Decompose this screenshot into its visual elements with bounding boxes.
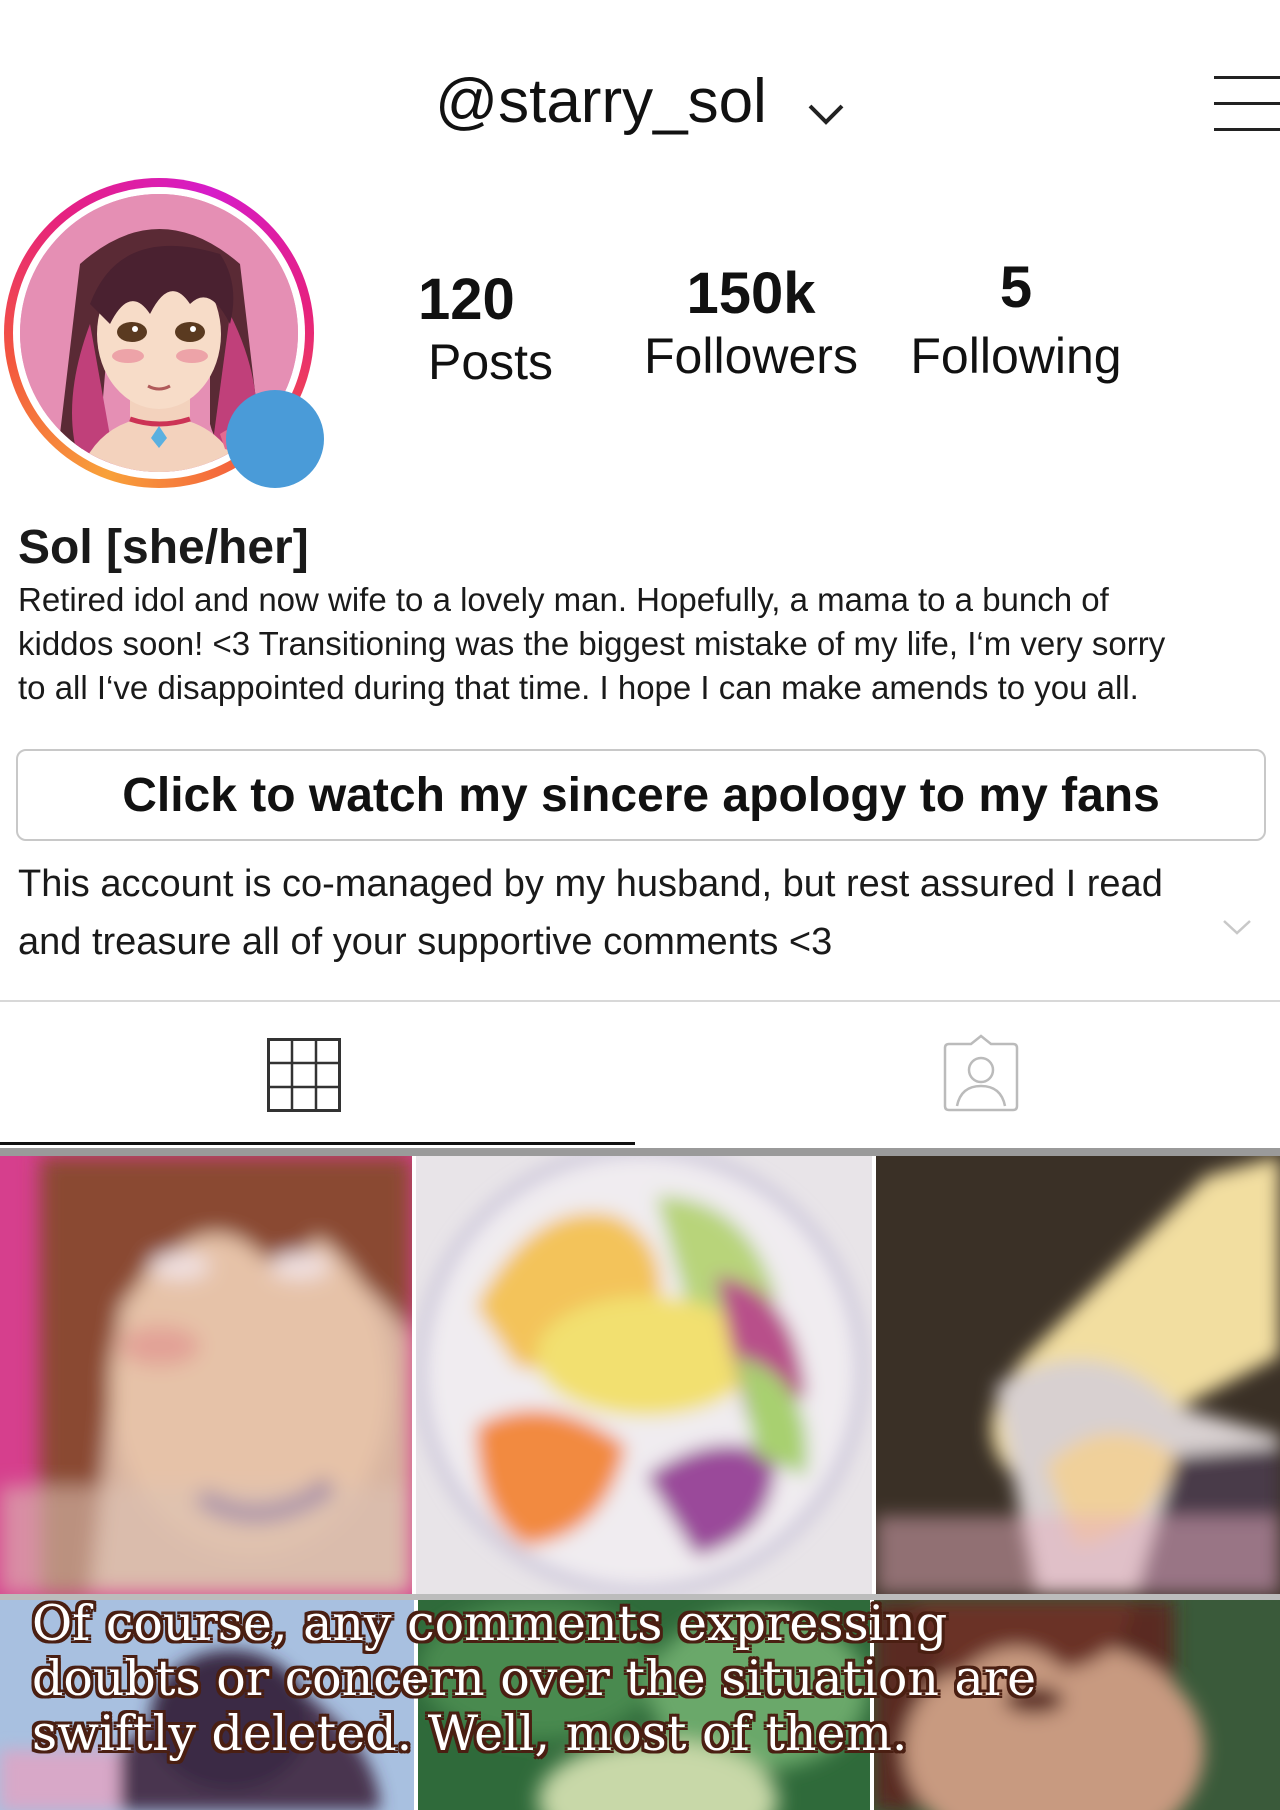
posts-label: Posts bbox=[428, 334, 554, 390]
chevron-down-icon bbox=[807, 66, 845, 146]
post-thumbnail[interactable] bbox=[876, 1156, 1280, 1594]
caption-line: doubts or concern over the situation are bbox=[32, 1650, 1037, 1707]
note-line: This account is co-managed by my husband… bbox=[18, 863, 1163, 905]
expand-chevron-icon[interactable] bbox=[1222, 918, 1252, 941]
followers-label: Followers bbox=[644, 328, 858, 384]
profile-bio: Retired idol and now wife to a lovely ma… bbox=[18, 578, 1258, 710]
hamburger-menu-icon[interactable] bbox=[1214, 74, 1280, 134]
followers-count: 150k bbox=[686, 261, 816, 326]
followers-stat[interactable]: 150k Followers bbox=[636, 262, 866, 386]
posts-stat[interactable]: 120 Posts bbox=[418, 267, 554, 392]
active-tab-indicator bbox=[0, 1142, 635, 1145]
grid-top-edge bbox=[0, 1148, 1280, 1156]
note-line: and treasure all of your supportive comm… bbox=[18, 921, 833, 963]
tab-tagged[interactable] bbox=[635, 1002, 1280, 1142]
following-label: Following bbox=[910, 328, 1122, 384]
following-count: 5 bbox=[999, 255, 1033, 320]
bio-line: to all I‘ve disappointed during that tim… bbox=[18, 669, 1139, 706]
caption-line: Of course, any comments expressing bbox=[32, 1595, 948, 1652]
following-stat[interactable]: 5 Following bbox=[896, 256, 1136, 386]
status-badge bbox=[226, 390, 324, 488]
caption-line: swiftly deleted. Well, most of them. bbox=[32, 1705, 908, 1762]
tab-posts-grid[interactable] bbox=[0, 1002, 635, 1142]
account-note: This account is co-managed by my husband… bbox=[18, 855, 1198, 971]
tagged-icon bbox=[943, 1034, 1019, 1119]
apology-link-button[interactable]: Click to watch my sincere apology to my … bbox=[16, 749, 1266, 841]
bio-line: Retired idol and now wife to a lovely ma… bbox=[18, 581, 1109, 618]
grid-icon bbox=[267, 1038, 341, 1117]
bio-line: kiddos soon! <3 Transitioning was the bi… bbox=[18, 625, 1166, 662]
username-title: @starry_sol bbox=[435, 67, 767, 136]
posts-count: 120 bbox=[418, 267, 515, 332]
post-thumbnail[interactable] bbox=[0, 1156, 412, 1594]
account-switcher[interactable]: @starry_sol bbox=[0, 62, 1280, 142]
profile-name: Sol [she/her] bbox=[18, 521, 309, 574]
story-caption: Of course, any comments expressing doubt… bbox=[32, 1596, 1272, 1761]
post-thumbnail[interactable] bbox=[416, 1156, 872, 1594]
